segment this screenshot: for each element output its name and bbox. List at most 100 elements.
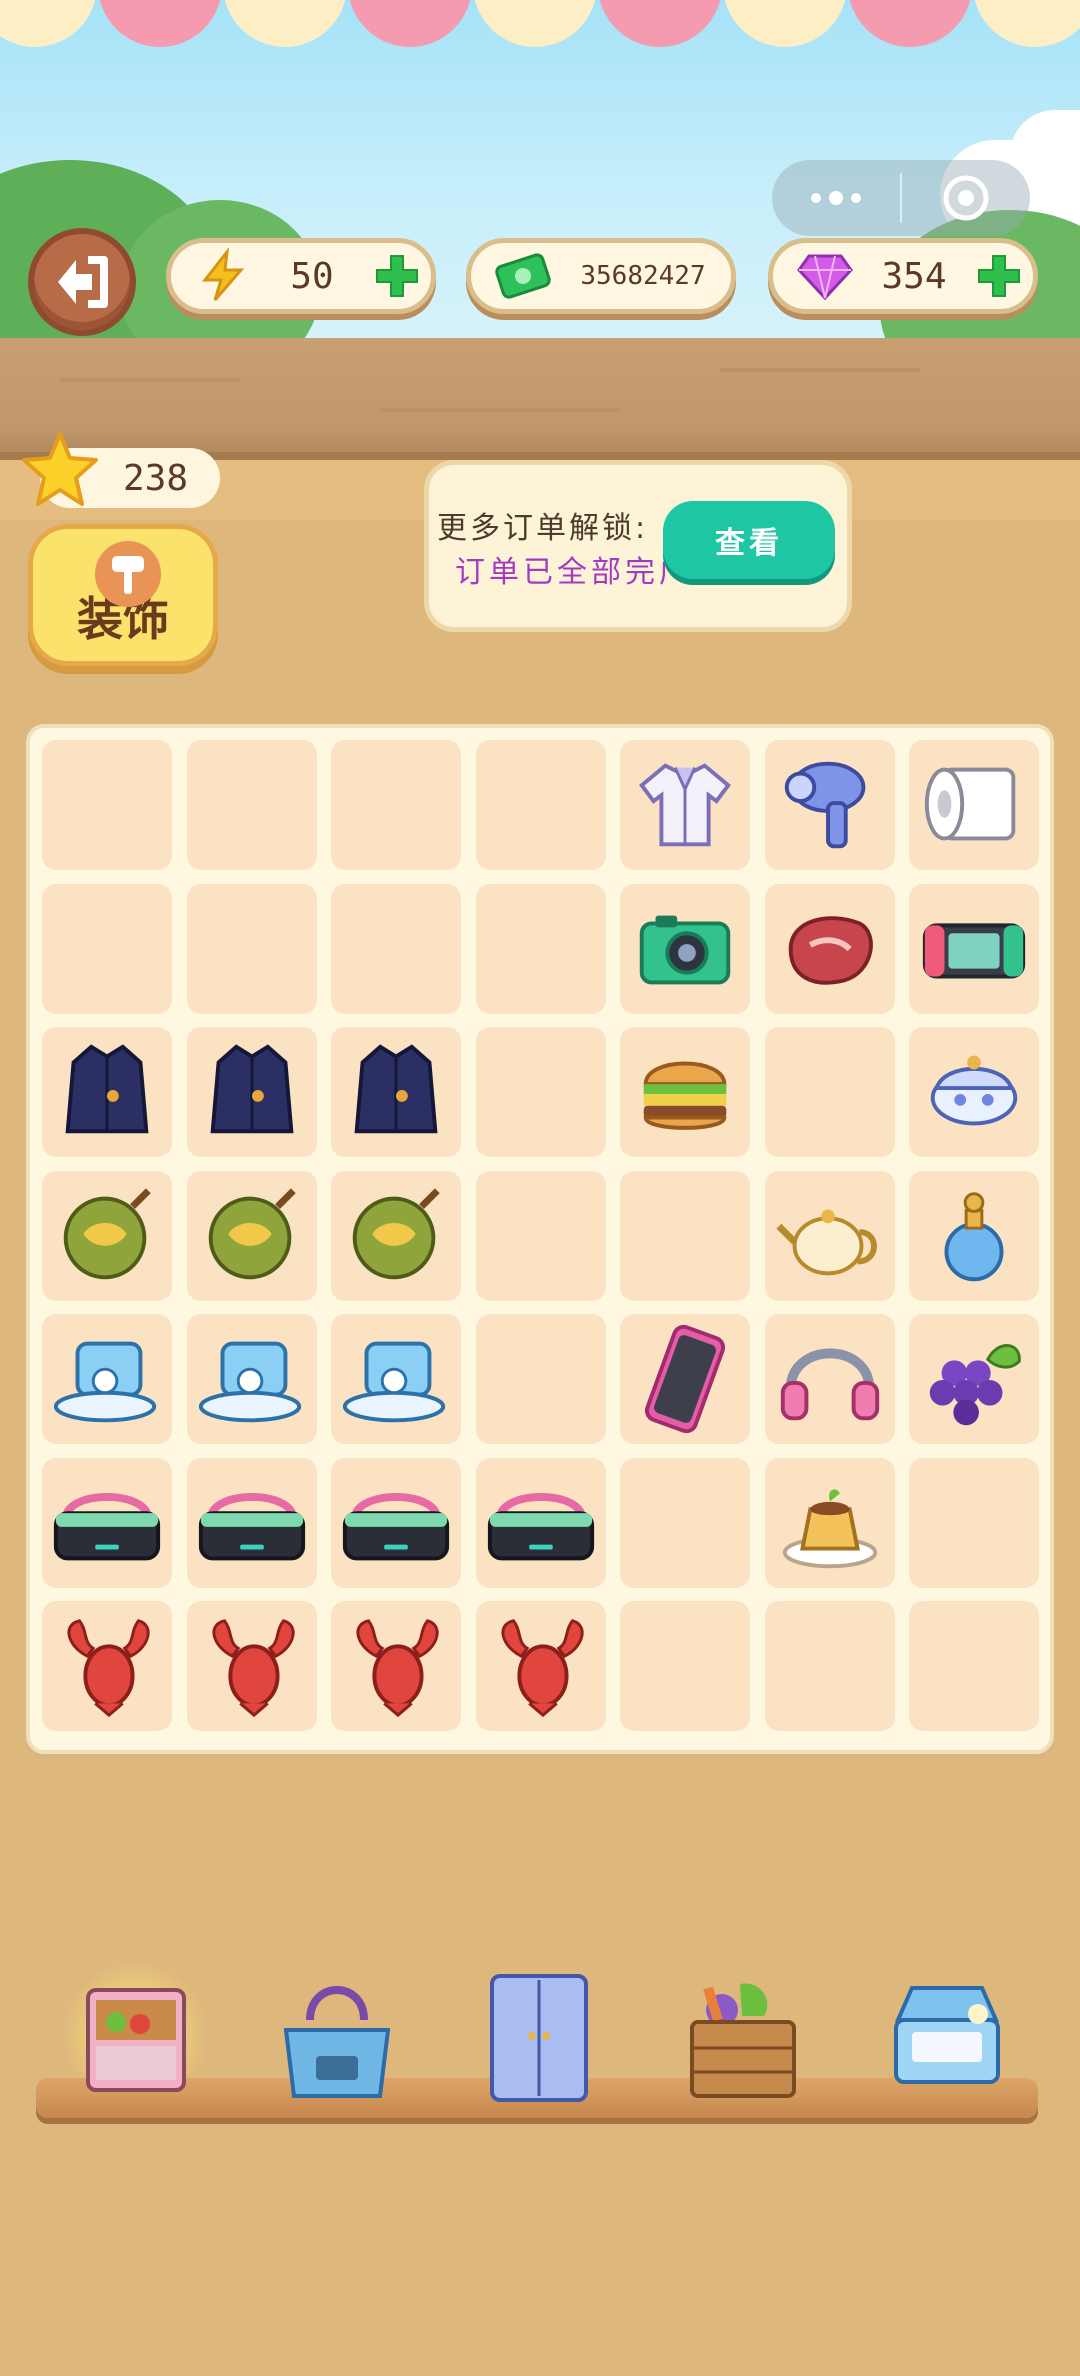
teapot-icon[interactable] xyxy=(771,1177,889,1295)
board-cell[interactable] xyxy=(42,1027,172,1157)
energy-counter: 50 xyxy=(166,238,436,314)
lobster-icon[interactable] xyxy=(193,1607,311,1725)
suitcase-icon xyxy=(894,1986,1000,2084)
grapes-icon[interactable] xyxy=(915,1320,1033,1438)
decorate-button[interactable]: 装饰 xyxy=(28,524,218,666)
burger-icon[interactable] xyxy=(626,1033,744,1151)
gem-value: 354 xyxy=(881,255,947,297)
durian-icon[interactable] xyxy=(48,1177,166,1295)
plus-icon xyxy=(978,255,1020,297)
shelf-vegetable-crate[interactable] xyxy=(678,1960,808,2110)
vr-headset-icon[interactable] xyxy=(337,1464,455,1582)
board-cell[interactable] xyxy=(620,1170,750,1301)
board-cell[interactable] xyxy=(475,883,606,1014)
board-cell[interactable] xyxy=(331,1457,461,1588)
board-cell[interactable] xyxy=(909,883,1039,1014)
board-cell[interactable] xyxy=(909,1457,1039,1588)
robot-vacuum-icon[interactable] xyxy=(337,1320,455,1438)
vr-headset-icon[interactable] xyxy=(193,1464,311,1582)
shelf-suitcase[interactable] xyxy=(882,1960,1012,2110)
board-cell[interactable] xyxy=(764,740,895,870)
board-cell[interactable] xyxy=(909,1601,1039,1731)
board-cell[interactable] xyxy=(620,883,750,1014)
pudding-icon[interactable] xyxy=(771,1464,889,1582)
board-cell[interactable] xyxy=(42,740,172,870)
game-console-icon[interactable] xyxy=(915,890,1033,1008)
cash-counter: 35682427 xyxy=(466,238,736,314)
board-cell[interactable] xyxy=(331,1027,461,1157)
board-cell[interactable] xyxy=(764,883,895,1014)
more-menu-button[interactable] xyxy=(772,160,900,236)
hair-dryer-icon[interactable] xyxy=(771,746,889,864)
board-cell[interactable] xyxy=(331,740,461,870)
board-cell[interactable] xyxy=(475,1314,606,1444)
smartphone-icon[interactable] xyxy=(626,1320,744,1438)
mini-program-capsule xyxy=(772,160,1030,236)
add-gems-button[interactable] xyxy=(971,248,1027,304)
robot-vacuum-icon[interactable] xyxy=(48,1320,166,1438)
board-cell[interactable] xyxy=(186,1457,317,1588)
vr-headset-icon[interactable] xyxy=(48,1464,166,1582)
board-cell[interactable] xyxy=(620,1601,750,1731)
board-cell[interactable] xyxy=(42,883,172,1014)
shirt-icon[interactable] xyxy=(626,746,744,864)
board-cell[interactable] xyxy=(909,1314,1039,1444)
board-cell[interactable] xyxy=(186,1314,317,1444)
camera-icon[interactable] xyxy=(626,890,744,1008)
board-cell[interactable] xyxy=(764,1457,895,1588)
coat-icon[interactable] xyxy=(48,1033,166,1151)
durian-icon[interactable] xyxy=(193,1177,311,1295)
add-energy-button[interactable] xyxy=(369,248,425,304)
sugar-bowl-icon[interactable] xyxy=(915,1033,1033,1151)
view-orders-button[interactable]: 查看 xyxy=(663,501,835,579)
order-status-text: 订单已全部完成 xyxy=(455,555,665,590)
board-cell[interactable] xyxy=(475,740,606,870)
headphones-icon[interactable] xyxy=(771,1320,889,1438)
board-cell[interactable] xyxy=(620,1314,750,1444)
board-cell[interactable] xyxy=(186,1027,317,1157)
board-cell[interactable] xyxy=(475,1027,606,1157)
board-cell[interactable] xyxy=(186,883,317,1014)
board-cell[interactable] xyxy=(186,1601,317,1731)
board-cell[interactable] xyxy=(764,1601,895,1731)
board-cell[interactable] xyxy=(909,1027,1039,1157)
shelf-handbag[interactable] xyxy=(272,1960,402,2110)
durian-icon[interactable] xyxy=(337,1177,455,1295)
board-cell[interactable] xyxy=(764,1027,895,1157)
lobster-icon[interactable] xyxy=(48,1607,166,1725)
toilet-paper-icon[interactable] xyxy=(915,746,1033,864)
hammer-icon xyxy=(95,541,161,607)
vr-headset-icon[interactable] xyxy=(482,1464,600,1582)
shelf-food-cart[interactable] xyxy=(70,1960,200,2110)
close-capsule-button[interactable] xyxy=(902,160,1030,236)
board-cell[interactable] xyxy=(909,1170,1039,1301)
perfume-icon[interactable] xyxy=(915,1177,1033,1295)
board-cell[interactable] xyxy=(331,883,461,1014)
board-cell[interactable] xyxy=(42,1170,172,1301)
board-cell[interactable] xyxy=(186,740,317,870)
lobster-icon[interactable] xyxy=(337,1607,455,1725)
board-cell[interactable] xyxy=(764,1170,895,1301)
lobster-icon[interactable] xyxy=(482,1607,600,1725)
board-cell[interactable] xyxy=(475,1457,606,1588)
board-cell[interactable] xyxy=(909,740,1039,870)
steak-icon[interactable] xyxy=(771,890,889,1008)
board-cell[interactable] xyxy=(186,1170,317,1301)
board-cell[interactable] xyxy=(42,1314,172,1444)
board-cell[interactable] xyxy=(331,1314,461,1444)
board-cell[interactable] xyxy=(42,1457,172,1588)
board-cell[interactable] xyxy=(620,1457,750,1588)
board-cell[interactable] xyxy=(331,1601,461,1731)
board-cell[interactable] xyxy=(331,1170,461,1301)
board-cell[interactable] xyxy=(620,1027,750,1157)
board-cell[interactable] xyxy=(475,1601,606,1731)
shelf-wardrobe[interactable] xyxy=(474,1960,604,2110)
coat-icon[interactable] xyxy=(193,1033,311,1151)
board-cell[interactable] xyxy=(42,1601,172,1731)
robot-vacuum-icon[interactable] xyxy=(193,1320,311,1438)
board-cell[interactable] xyxy=(764,1314,895,1444)
back-button[interactable] xyxy=(28,228,136,336)
board-cell[interactable] xyxy=(475,1170,606,1301)
board-cell[interactable] xyxy=(620,740,750,870)
coat-icon[interactable] xyxy=(337,1033,455,1151)
